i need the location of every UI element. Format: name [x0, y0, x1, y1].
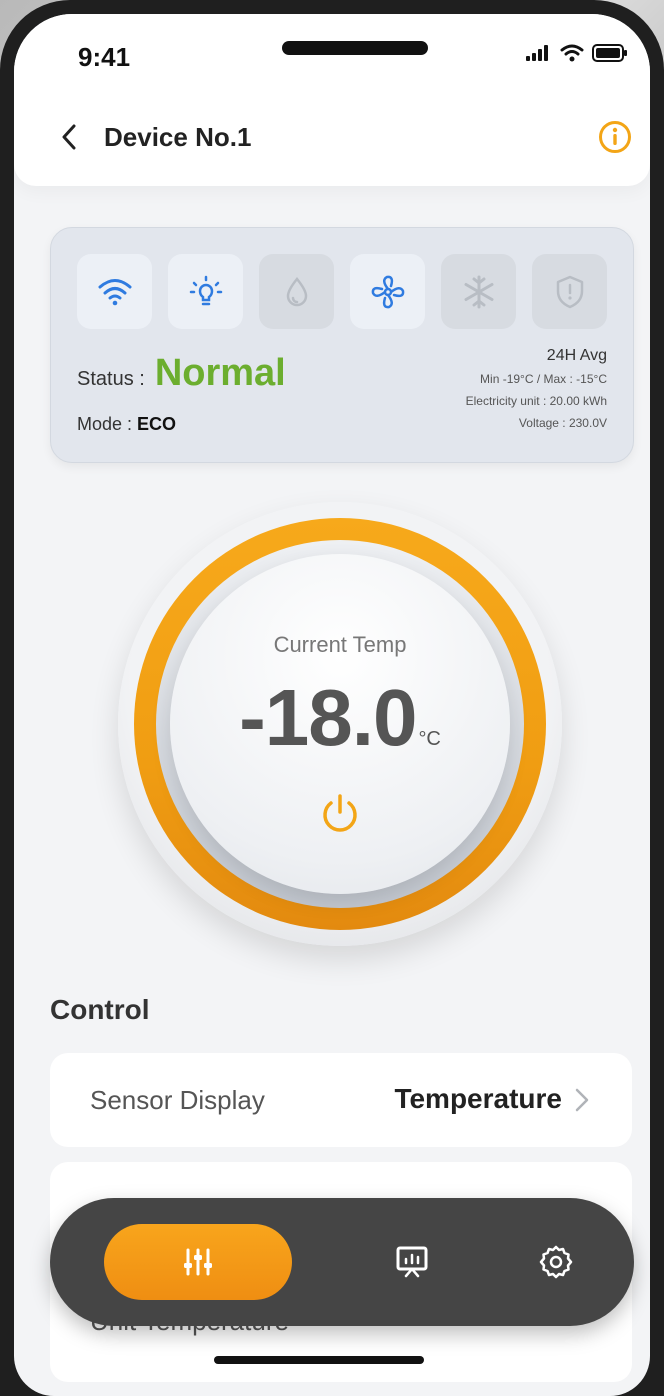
avg-summary: 24H Avg Min -19°C / Max : -15°C Electric…: [466, 344, 607, 434]
nav-controls-button[interactable]: [104, 1224, 292, 1300]
power-icon: [323, 794, 357, 832]
temp-number: -18.0: [239, 673, 417, 762]
wifi-status-icon: [560, 44, 584, 62]
mode-value: ECO: [137, 414, 177, 434]
status-label: Status :: [77, 368, 145, 390]
wifi-icon: [98, 278, 131, 305]
notch: [282, 41, 428, 55]
water-drop-icon: [286, 276, 307, 306]
mode-label: Mode :: [77, 414, 133, 434]
fan-toggle[interactable]: [350, 254, 425, 329]
nav-report-button[interactable]: [382, 1232, 442, 1292]
row-value: Temperature: [394, 1083, 562, 1114]
fan-icon: [371, 275, 404, 308]
chevron-right-icon: [575, 1088, 589, 1112]
page-title: Device No.1: [104, 122, 252, 152]
status-bar: 9:41: [14, 14, 650, 94]
control-row-sensor-display[interactable]: Sensor Display Temperature: [50, 1053, 632, 1147]
row-label: Sensor Display: [90, 1085, 265, 1115]
control-title: Control: [50, 994, 150, 1025]
info-button[interactable]: [598, 120, 632, 154]
status-line: Status : Normal: [77, 352, 286, 395]
light-toggle[interactable]: [168, 254, 243, 329]
power-button[interactable]: [318, 792, 362, 836]
snowflake-icon: [464, 275, 493, 308]
home-indicator: [214, 1356, 424, 1364]
status-time: 9:41: [78, 42, 131, 72]
mode-line: Mode : ECO: [77, 414, 176, 435]
info-icon: [599, 121, 631, 153]
signal-icon: [526, 45, 548, 61]
presentation-chart-icon: [396, 1246, 428, 1278]
shield-alert-icon: [556, 275, 583, 308]
avg-minmax: Min -19°C / Max : -15°C: [480, 372, 607, 386]
gear-icon: [539, 1245, 573, 1279]
freeze-toggle[interactable]: [441, 254, 516, 329]
humidity-toggle[interactable]: [259, 254, 334, 329]
temp-unit: °C: [418, 728, 441, 750]
battery-icon: [592, 44, 627, 62]
bottom-nav: [50, 1198, 634, 1326]
alarm-toggle[interactable]: [532, 254, 607, 329]
status-card: Status : Normal Mode : ECO 24H Avg Min -…: [50, 227, 634, 463]
avg-title: 24H Avg: [546, 347, 607, 364]
lightbulb-icon: [189, 275, 222, 305]
status-value: Normal: [154, 352, 286, 394]
nav-settings-button[interactable]: [526, 1232, 586, 1292]
current-temp-value: -18.0 °C: [118, 672, 562, 764]
chevron-left-icon: [62, 124, 76, 150]
current-temp-label: Current Temp: [273, 632, 407, 657]
wifi-toggle[interactable]: [77, 254, 152, 329]
back-button[interactable]: [54, 122, 84, 152]
screen: 9:41 Device No.1 Status: Normal Mode: …: [14, 14, 650, 1396]
avg-electricity: Electricity unit : 20.00 kWh: [465, 394, 607, 408]
phone-frame: 9:41 Device No.1 Status: Normal Mode: …: [0, 0, 664, 1396]
feature-icons: [77, 254, 607, 329]
temperature-dial: Current Temp -18.0 °C: [118, 502, 562, 946]
status-icons: [526, 44, 628, 62]
avg-voltage: Voltage : 230.0V: [518, 416, 607, 430]
sliders-icon: [184, 1248, 212, 1276]
header: 9:41 Device No.1: [14, 14, 650, 186]
